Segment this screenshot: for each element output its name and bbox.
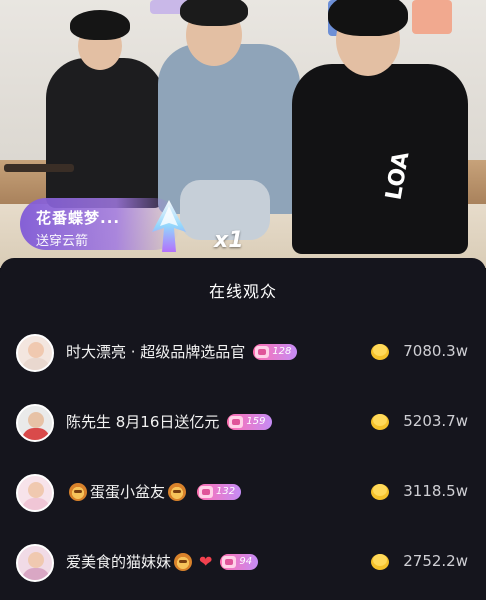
heart-icon: ❤ [199, 552, 213, 571]
viewer-row[interactable]: 蛋蛋小盆友 132 3118.5w [0, 474, 486, 534]
badge-icon [199, 485, 214, 498]
avatar[interactable] [16, 404, 54, 442]
avatar[interactable] [16, 474, 54, 512]
live-video[interactable]: LOA 花番蝶梦... 送穿云箭 x1 [0, 0, 486, 268]
contribution-value: 2752.2w [403, 552, 468, 570]
contribution-value: 3118.5w [403, 482, 468, 500]
coin-icon [371, 344, 389, 360]
avatar[interactable] [16, 334, 54, 372]
gift-count: x1 [214, 228, 244, 253]
viewer-name: 时大漂亮 · 超级品牌选品官 [66, 343, 246, 361]
lion-emoji-icon [168, 482, 187, 501]
viewer-row[interactable]: 爱美食的猫妹妹 ❤ 94 2752.2w [0, 544, 486, 600]
contribution-value: 7080.3w [403, 342, 468, 360]
lion-emoji-icon [174, 552, 193, 571]
viewer-name-line: 蛋蛋小盆友 132 [66, 481, 242, 502]
viewer-name-line: 陈先生 8月16日送亿元 159 [66, 411, 272, 432]
viewer-name-line: 时大漂亮 · 超级品牌选品官 128 [66, 341, 298, 362]
viewer-row[interactable]: 陈先生 8月16日送亿元 159 5203.7w [0, 404, 486, 464]
badge-icon [222, 555, 237, 568]
panel-title: 在线观众 [208, 282, 277, 301]
level-badge: 132 [197, 483, 242, 500]
level-badge: 128 [253, 343, 298, 360]
viewer-name-line: 爱美食的猫妹妹 ❤ 94 [66, 551, 259, 572]
viewer-name: 陈先生 8月16日送亿元 [66, 413, 220, 431]
coin-icon [371, 484, 389, 500]
arrow-gift-icon [152, 200, 186, 252]
viewer-name: 爱美食的猫妹妹 [66, 553, 172, 571]
viewer-name: 蛋蛋小盆友 [90, 483, 166, 501]
badge-icon [255, 345, 270, 358]
badge-icon [229, 415, 244, 428]
level-badge: 94 [220, 553, 259, 570]
contribution-value: 5203.7w [403, 412, 468, 430]
audience-panel: 在线观众 时大漂亮 · 超级品牌选品官 128 7080.3w 陈先生 8月16… [0, 258, 486, 600]
lion-emoji-icon [69, 482, 87, 501]
wall-painting [412, 0, 452, 34]
avatar[interactable] [16, 544, 54, 582]
coin-icon [371, 554, 389, 570]
level-badge: 159 [227, 413, 272, 430]
coin-icon [371, 414, 389, 430]
viewer-row[interactable]: 时大漂亮 · 超级品牌选品官 128 7080.3w [0, 334, 486, 394]
